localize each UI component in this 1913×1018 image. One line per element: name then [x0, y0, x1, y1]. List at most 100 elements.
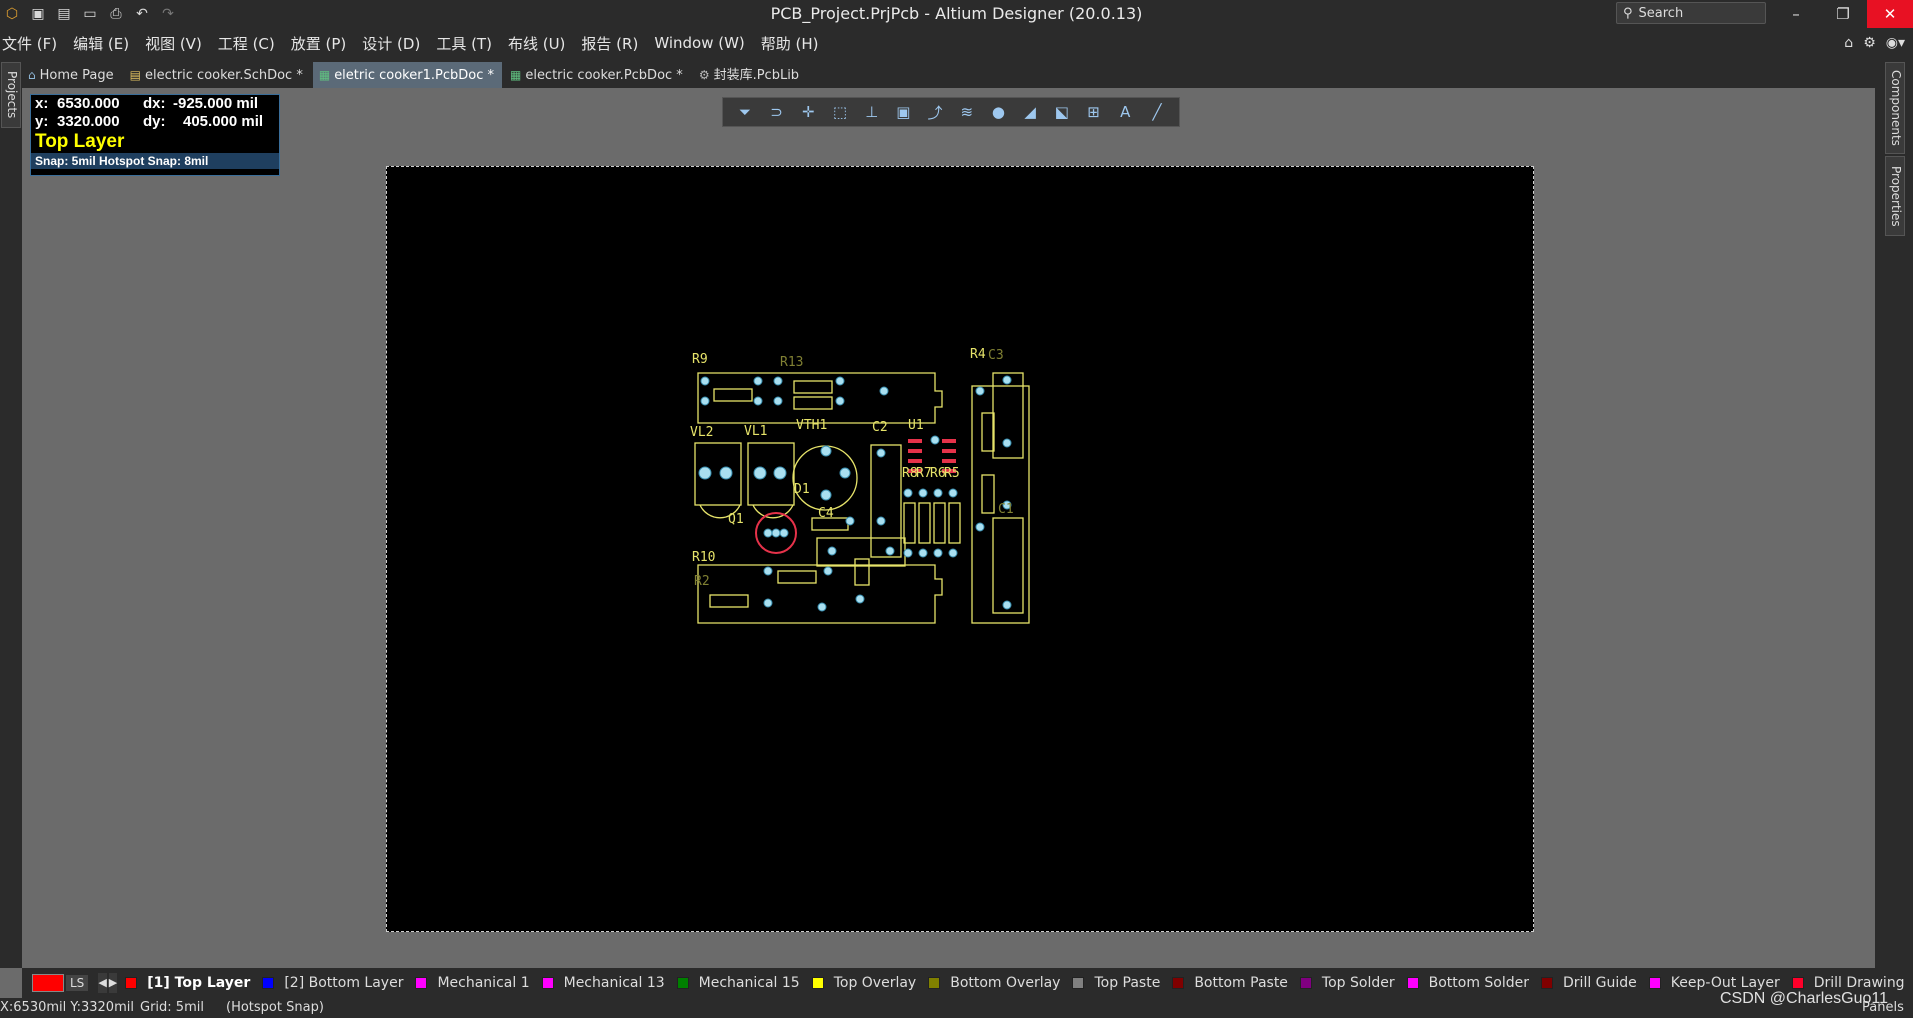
align-icon[interactable]: ⊥ [861, 103, 883, 121]
polygon-icon[interactable]: ◢ [1019, 103, 1041, 121]
layer-swatch [928, 977, 941, 989]
menu-bar: 文件 (F) 编辑 (E) 视图 (V) 工程 (C) 放置 (P) 设计 (D… [0, 28, 1913, 58]
menu-design[interactable]: 设计 (D) [360, 33, 428, 54]
layer-swatch [1648, 977, 1661, 989]
tab-pcbdoc-active[interactable]: ▦ eletric cooker1.PcbDoc * [312, 62, 502, 88]
r3-outline [981, 412, 995, 452]
interactive-route-icon[interactable]: ⊃ [766, 103, 788, 121]
r5-outline [948, 502, 961, 544]
redo-icon[interactable]: ↷ [158, 4, 178, 24]
layer-tab-top-paste[interactable]: Top Paste [1072, 975, 1160, 991]
menu-project[interactable]: 工程 (C) [216, 33, 283, 54]
via-icon[interactable]: ● [987, 103, 1009, 121]
layer-prev-button[interactable]: ◀ [98, 973, 107, 993]
layer-tab-drill-drawing[interactable]: Drill Drawing [1791, 975, 1905, 991]
component-icon[interactable]: ▣ [892, 103, 914, 121]
tab-pcbdoc[interactable]: ▦ electric cooker.PcbDoc * [504, 62, 691, 88]
active-bar-toolbar: ⏷ ⊃ ✛ ⬚ ⊥ ▣ ⤴ ≋ ● ◢ ⬕ ⊞ A ╱ [722, 97, 1180, 127]
restore-button[interactable]: ❐ [1820, 0, 1866, 28]
minimize-button[interactable]: – [1773, 0, 1819, 28]
menu-view[interactable]: 视图 (V) [143, 33, 210, 54]
layer-tab-mech13[interactable]: Mechanical 13 [541, 975, 665, 991]
pcb-board-area[interactable]: R9 R13 R4 C3 VL2 VL1 VTH1 C2 U1 R8 R7 R6… [386, 166, 1534, 932]
layer-swatch [1406, 977, 1419, 989]
properties-panel-tab[interactable]: Properties [1885, 156, 1905, 236]
menu-reports[interactable]: 报告 (R) [579, 33, 646, 54]
save-icon[interactable]: ▣ [28, 4, 48, 24]
layer-swatch [125, 977, 138, 989]
layer-tab-bottom[interactable]: [2] Bottom Layer [262, 975, 403, 991]
layer-tab-bottom-overlay[interactable]: Bottom Overlay [928, 975, 1060, 991]
tab-pcblib[interactable]: ⚙ 封装库.PcbLib [693, 62, 807, 88]
layer-tab-bottom-paste[interactable]: Bottom Paste [1172, 975, 1288, 991]
schematic-icon: ▤ [129, 68, 141, 82]
designator-c1: C1 [998, 502, 1014, 517]
hud-x-label: x: [35, 95, 49, 112]
app-logo-icon[interactable]: ⬡ [2, 4, 22, 24]
layer-tab-top[interactable]: [1] Top Layer [125, 975, 250, 991]
menu-file[interactable]: 文件 (F) [0, 33, 65, 54]
designator-d1: D1 [794, 482, 810, 497]
designator-q1: Q1 [728, 512, 744, 527]
menu-help[interactable]: 帮助 (H) [759, 33, 827, 54]
c2-outline [870, 444, 902, 558]
hud-dx-label: dx: [143, 95, 166, 112]
filter-icon[interactable]: ⏷ [734, 103, 756, 121]
keepout-icon[interactable]: ⬕ [1051, 103, 1073, 121]
undo-icon[interactable]: ↶ [132, 4, 152, 24]
save-all-icon[interactable]: ▤ [54, 4, 74, 24]
hud-x-value: 6530.000 [57, 95, 120, 112]
route-icon[interactable]: ⤴ [924, 102, 946, 123]
r8-outline [903, 502, 916, 544]
menu-route[interactable]: 布线 (U) [506, 33, 573, 54]
layer-next-button[interactable]: ▶ [108, 973, 118, 993]
layer-tab-drill-guide[interactable]: Drill Guide [1541, 975, 1637, 991]
tab-schdoc[interactable]: ▤ electric cooker.SchDoc * [124, 62, 311, 88]
left-panel-strip: Projects [0, 58, 22, 968]
components-panel-tab[interactable]: Components [1885, 62, 1905, 154]
layer-tab-top-overlay[interactable]: Top Overlay [811, 975, 916, 991]
layer-swatch [262, 977, 275, 989]
menu-tools[interactable]: 工具 (T) [434, 33, 500, 54]
layer-tab-mech15[interactable]: Mechanical 15 [676, 975, 800, 991]
projects-panel-tab[interactable]: Projects [1, 62, 21, 128]
open-folder-icon[interactable]: ▭ [80, 4, 100, 24]
menu-window[interactable]: Window (W) [652, 34, 752, 52]
tab-home-page[interactable]: ⌂ Home Page [22, 62, 122, 88]
diff-pair-icon[interactable]: ≋ [956, 103, 978, 121]
document-tabs: ⌂ Home Page ▤ electric cooker.SchDoc * ▦ el… [22, 58, 1875, 88]
menu-place[interactable]: 放置 (P) [289, 33, 355, 54]
layer-swatch [415, 977, 428, 989]
user-icon[interactable]: ◉▾ [1886, 35, 1905, 51]
text-icon[interactable]: A [1114, 103, 1136, 121]
cross-select-icon[interactable]: ✛ [797, 103, 819, 121]
search-input[interactable]: ⚲ Search [1616, 2, 1766, 24]
home-icon[interactable]: ⌂ [1844, 35, 1853, 51]
layer-tab-bottom-solder[interactable]: Bottom Solder [1406, 975, 1529, 991]
r13b-outline [793, 396, 833, 410]
dimension-icon[interactable]: ⊞ [1083, 103, 1105, 121]
designator-vl1: VL1 [744, 424, 767, 439]
layer-tab-top-solder[interactable]: Top Solder [1299, 975, 1395, 991]
right-panel-strip: Components Properties [1875, 58, 1913, 968]
r6-outline [933, 502, 946, 544]
close-button[interactable]: ✕ [1867, 0, 1913, 28]
gear-icon[interactable]: ⚙ [1863, 35, 1876, 51]
layer-tab-keepout[interactable]: Keep-Out Layer [1648, 975, 1780, 991]
layer-swatch [1791, 977, 1804, 989]
hud-y-label: y: [35, 113, 49, 130]
select-rect-icon[interactable]: ⬚ [829, 103, 851, 121]
layer-tab-mech1[interactable]: Mechanical 1 [415, 975, 530, 991]
module-outline-bottom [697, 564, 943, 624]
r13-outline [793, 380, 833, 394]
library-icon: ⚙ [698, 68, 710, 82]
print-icon[interactable]: ⎙ [106, 4, 126, 24]
layer-set-selector[interactable]: LS [32, 974, 89, 992]
c1-outline [992, 517, 1024, 614]
line-icon[interactable]: ╱ [1146, 103, 1168, 121]
hud-dx-value: -925.000 mil [173, 95, 259, 112]
hud-y-value: 3320.000 [57, 113, 120, 130]
designator-r5: R5 [944, 466, 960, 481]
menu-edit[interactable]: 编辑 (E) [71, 33, 137, 54]
designator-c4: C4 [818, 506, 834, 521]
